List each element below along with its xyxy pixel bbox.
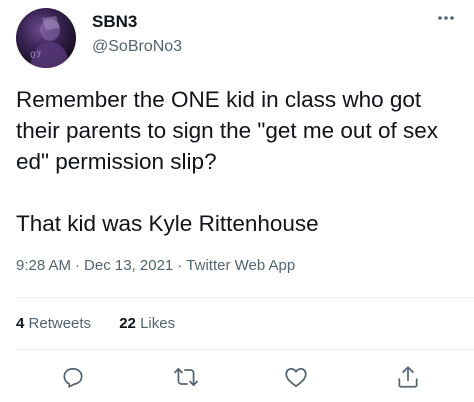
tweet-card: 07 SBN3 @SoBroNo3 Remember the ONE kid i…: [0, 0, 474, 402]
likes-stat[interactable]: 22 Likes: [119, 315, 175, 332]
retweets-count: 4: [16, 315, 25, 332]
tweet-metadata: 9:28 AM · Dec 13, 2021 · Twitter Web App: [16, 257, 295, 274]
engagement-stats: 4 Retweets 22 Likes: [16, 315, 175, 332]
avatar[interactable]: 07: [16, 8, 76, 68]
tweet-text: Remember the ONE kid in class who got th…: [16, 87, 438, 236]
tweet-date[interactable]: Dec 13, 2021: [84, 257, 173, 274]
meta-separator: ·: [177, 257, 183, 274]
tweet-source[interactable]: Twitter Web App: [186, 257, 295, 274]
user-handle[interactable]: @SoBroNo3: [92, 38, 182, 56]
avatar-jersey-number: 07: [30, 51, 41, 61]
meta-separator: ·: [75, 257, 81, 274]
likes-count: 22: [119, 315, 136, 332]
share-icon[interactable]: [395, 364, 421, 390]
avatar-image: 07: [30, 16, 70, 68]
retweets-label: Retweets: [28, 315, 92, 332]
likes-label: Likes: [140, 315, 176, 332]
tweet-time[interactable]: 9:28 AM: [16, 257, 71, 274]
more-options-icon[interactable]: [432, 8, 460, 28]
reply-icon[interactable]: [60, 364, 86, 390]
retweet-icon[interactable]: [173, 364, 199, 390]
divider: [16, 349, 474, 350]
retweets-stat[interactable]: 4 Retweets: [16, 315, 91, 332]
display-name[interactable]: SBN3: [92, 12, 137, 32]
like-icon[interactable]: [283, 364, 309, 390]
divider: [16, 297, 474, 298]
